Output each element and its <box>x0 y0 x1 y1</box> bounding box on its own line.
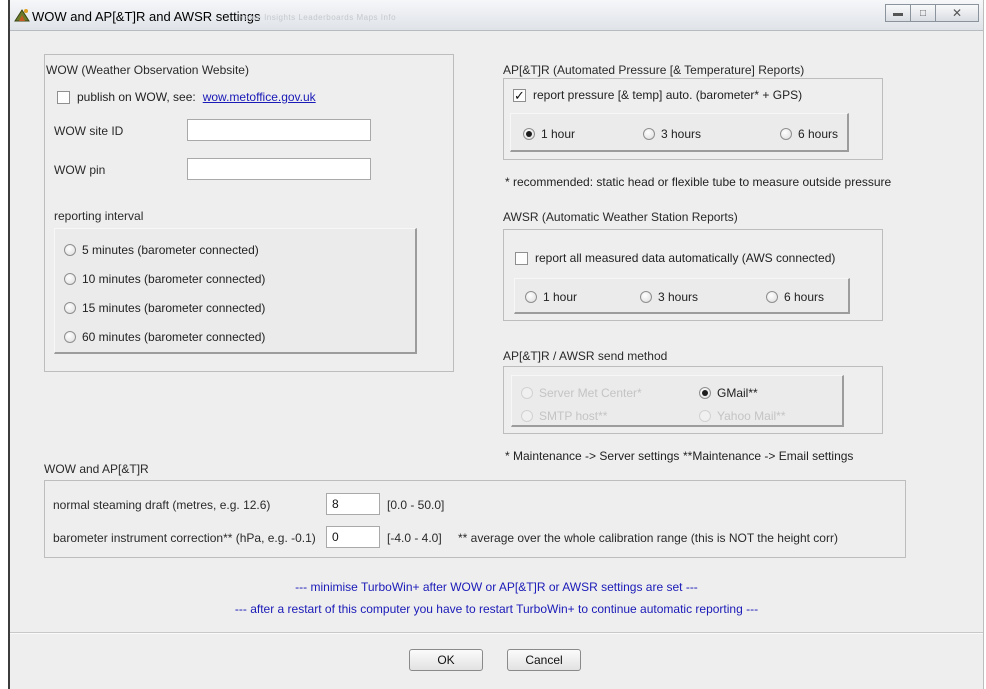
restart-note: --- after a restart of this computer you… <box>234 602 759 616</box>
aptr-option[interactable]: 1 hour <box>523 127 575 141</box>
baro-correction-range: [-4.0 - 4.0] <box>387 531 442 545</box>
send-option[interactable]: Server Met Center* <box>521 386 642 400</box>
aptr-radio[interactable] <box>523 128 535 140</box>
title-bar[interactable]: WOW and AP[&T]R and AWSR settings Home I… <box>10 0 983 31</box>
send-option-label: GMail** <box>717 386 758 400</box>
interval-label: 5 minutes (barometer connected) <box>82 243 259 257</box>
send-option[interactable]: Yahoo Mail** <box>699 409 785 423</box>
send-footnote-email: **Maintenance -> Email settings <box>683 449 854 463</box>
aptr-option[interactable]: 6 hours <box>780 127 838 141</box>
send-footnote-server: * Maintenance -> Server settings <box>505 449 680 463</box>
checkmark-icon: ✓ <box>514 87 525 103</box>
baro-correction-input[interactable] <box>326 526 380 548</box>
maximize-button[interactable]: □ <box>910 4 936 22</box>
interval-option[interactable]: 5 minutes (barometer connected) <box>64 243 259 257</box>
minimise-note: --- minimise TurboWin+ after WOW or AP[&… <box>295 580 698 594</box>
interval-radio[interactable] <box>64 244 76 256</box>
awsr-option[interactable]: 3 hours <box>640 290 698 304</box>
baro-correction-note: ** average over the whole calibration ra… <box>458 531 838 545</box>
awsr-title: AWSR (Automatic Weather Station Reports) <box>503 210 738 224</box>
interval-option[interactable]: 15 minutes (barometer connected) <box>64 301 265 315</box>
aptr-option-label: 6 hours <box>798 127 839 141</box>
awsr-radio[interactable] <box>640 291 652 303</box>
send-radio[interactable] <box>699 387 711 399</box>
send-radio[interactable] <box>699 410 711 422</box>
send-method-title: AP[&T]R / AWSR send method <box>503 349 668 363</box>
interval-radio[interactable] <box>64 302 76 314</box>
publish-wow-label: publish on WOW, see: <box>77 90 196 104</box>
awsr-radio[interactable] <box>766 291 778 303</box>
settings-dialog: WOW and AP[&T]R and AWSR settings Home I… <box>8 0 984 689</box>
aptr-option[interactable]: 3 hours <box>643 127 701 141</box>
aptr-report-checkbox[interactable]: ✓ <box>513 87 526 103</box>
interval-label: 10 minutes (barometer connected) <box>82 272 266 286</box>
awsr-radio[interactable] <box>525 291 537 303</box>
interval-option[interactable]: 60 minutes (barometer connected) <box>64 330 265 344</box>
common-title: WOW and AP[&T]R <box>44 462 149 476</box>
close-button[interactable]: ✕ <box>935 4 979 22</box>
awsr-report-label: report all measured data automatically (… <box>535 251 836 265</box>
awsr-option-label: 3 hours <box>658 290 699 304</box>
aptr-report-row[interactable]: ✓ report pressure [& temp] auto. (barome… <box>513 88 802 102</box>
cancel-button[interactable]: Cancel <box>507 649 581 671</box>
awsr-option[interactable]: 1 hour <box>525 290 577 304</box>
reporting-interval-label: reporting interval <box>54 209 144 223</box>
awsr-option-label: 1 hour <box>543 290 578 304</box>
aptr-footnote: * recommended: static head or flexible t… <box>505 175 892 189</box>
send-option[interactable]: GMail** <box>699 386 758 400</box>
send-radio[interactable] <box>521 387 533 399</box>
footer-separator <box>10 632 983 634</box>
aptr-radio[interactable] <box>780 128 792 140</box>
wow-site-id-input[interactable] <box>187 119 371 141</box>
interval-radio[interactable] <box>64 331 76 343</box>
awsr-report-row[interactable]: report all measured data automatically (… <box>515 251 835 265</box>
wow-site-id-label: WOW site ID <box>54 124 124 138</box>
minimize-icon: ▬ <box>893 7 903 19</box>
ok-button[interactable]: OK <box>409 649 483 671</box>
awsr-report-checkbox[interactable] <box>515 251 528 265</box>
aptr-title: AP[&T]R (Automated Pressure [& Temperatu… <box>503 63 805 77</box>
window-title: WOW and AP[&T]R and AWSR settings <box>32 9 261 24</box>
app-icon <box>14 9 30 22</box>
aptr-option-label: 1 hour <box>541 127 576 141</box>
draft-range: [0.0 - 50.0] <box>387 498 445 512</box>
interval-label: 15 minutes (barometer connected) <box>82 301 266 315</box>
publish-wow-checkbox[interactable] <box>57 90 70 104</box>
maximize-icon: □ <box>919 7 927 19</box>
aptr-option-label: 3 hours <box>661 127 702 141</box>
minimize-button[interactable]: ▬ <box>885 4 911 22</box>
interval-label: 60 minutes (barometer connected) <box>82 330 266 344</box>
send-option-label: Yahoo Mail** <box>717 409 786 423</box>
send-radio[interactable] <box>521 410 533 422</box>
common-panel <box>44 480 906 558</box>
wow-title: WOW (Weather Observation Website) <box>46 63 249 77</box>
awsr-option-label: 6 hours <box>784 290 825 304</box>
draft-label: normal steaming draft (metres, e.g. 12.6… <box>53 498 271 512</box>
draft-input[interactable] <box>326 493 380 515</box>
send-option[interactable]: SMTP host** <box>521 409 607 423</box>
send-option-label: SMTP host** <box>539 409 608 423</box>
wow-link[interactable]: wow.metoffice.gov.uk <box>203 90 316 104</box>
publish-wow-row[interactable]: publish on WOW, see: wow.metoffice.gov.u… <box>57 90 316 104</box>
wow-pin-label: WOW pin <box>54 163 106 177</box>
baro-correction-label: barometer instrument correction** (hPa, … <box>53 531 316 545</box>
interval-radio[interactable] <box>64 273 76 285</box>
aptr-radio[interactable] <box>643 128 655 140</box>
close-icon: ✕ <box>951 6 963 20</box>
title-ghost-text: Home Insights Leaderboards Maps Info <box>238 13 397 22</box>
send-option-label: Server Met Center* <box>539 386 642 400</box>
awsr-option[interactable]: 6 hours <box>766 290 824 304</box>
interval-option[interactable]: 10 minutes (barometer connected) <box>64 272 265 286</box>
aptr-report-label: report pressure [& temp] auto. (baromete… <box>533 88 803 102</box>
wow-pin-input[interactable] <box>187 158 371 180</box>
